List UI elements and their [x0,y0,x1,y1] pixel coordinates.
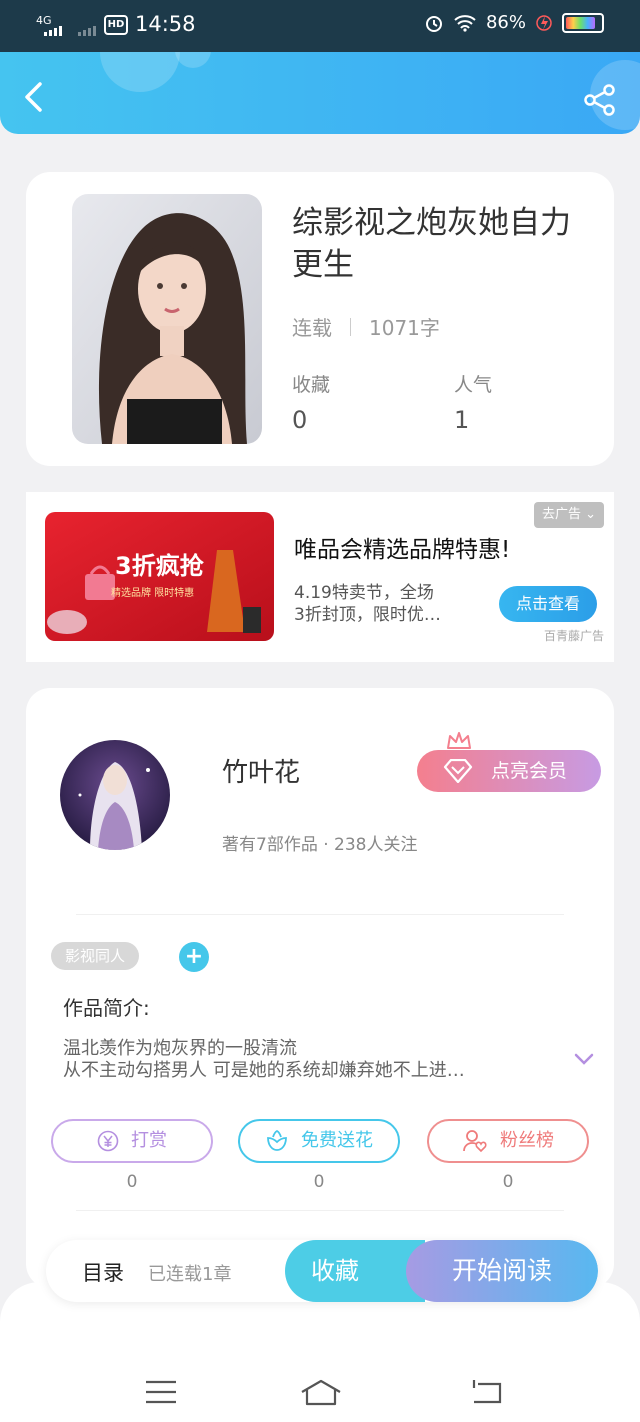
user-heart-icon [463,1130,487,1153]
ad-image[interactable]: 3折疯抢 精选品牌 限时特惠 [45,512,274,641]
intro-line-1: 温北羡作为炮灰界的一股清流 [63,1038,297,1059]
status-bar: 4G HD 14:58 86% [0,0,640,52]
author-avatar[interactable] [60,740,170,850]
remove-ad-label: 去广告 [541,507,581,522]
chevron-down-icon: ⌄ [585,507,596,522]
ad-banner[interactable]: 3折疯抢 精选品牌 限时特惠 唯品会精选品牌特惠! 4.19特卖节，全场 3折封… [26,492,614,662]
ad-title: 唯品会精选品牌特惠! [294,537,511,563]
clock: 14:58 [135,12,196,36]
wifi-icon [454,14,476,32]
fan-ranking-label: 粉丝榜 [500,1130,554,1151]
hd-icon: HD [104,15,128,35]
ad-image-headline: 3折疯抢 [115,552,205,580]
system-nav-bar [0,1282,640,1422]
yen-icon [97,1130,119,1152]
alarm-icon [425,15,442,32]
genre-tag[interactable]: 影视同人 [51,942,140,970]
start-reading-button[interactable]: 开始阅读 [406,1240,598,1302]
popularity-value: 1 [454,406,470,434]
ad-description: 4.19特卖节，全场 3折封顶，限时优… [294,582,480,626]
vip-label: 点亮会员 [491,760,568,782]
flower-count: 0 [313,1172,325,1192]
send-flower-button[interactable]: 免费送花 [238,1119,400,1163]
crown-icon [447,732,471,749]
vip-button[interactable]: 点亮会员 [417,732,601,792]
signal-icon-2 [78,26,96,36]
catalog-button[interactable]: 目录 [82,1257,124,1287]
signal-icon [44,26,62,36]
word-count: 1071字 [369,316,440,340]
header [0,52,640,134]
remove-ad-button[interactable]: 去广告 ⌄ [533,502,604,528]
book-status-row: 连载 1071字 [292,312,440,341]
ad-source: 百青藤广告 [543,629,604,643]
chevron-down-icon[interactable] [574,1052,594,1066]
reward-button[interactable]: 打赏 [51,1119,213,1163]
ad-desc-line-2: 3折封顶，限时优… [294,605,441,625]
book-info-card: 综影视之炮灰她自力更生 连载 1071字 收藏 0 人气 1 [26,172,614,466]
intro-line-2: 从不主动勾搭男人 可是她的系统却嫌弃她不上进… [63,1060,465,1081]
favorites-value: 0 [292,406,308,434]
charging-icon [536,14,552,31]
battery-percent: 86% [485,12,526,33]
author-name: 竹叶花 [222,758,301,788]
book-title: 综影视之炮灰她自力更生 [292,205,571,283]
serial-status: 连载 [292,316,332,340]
battery-icon [562,12,604,33]
ad-image-sub: 精选品牌 限时特惠 [111,586,194,599]
ad-desc-line-1: 4.19特卖节，全场 [294,583,434,603]
back-icon[interactable] [18,80,52,114]
favorites-label: 收藏 [292,374,331,396]
share-icon[interactable] [582,82,618,118]
reward-count: 0 [126,1172,138,1192]
favorite-button[interactable]: 收藏 [285,1240,425,1302]
diamond-icon [443,759,473,783]
popularity-label: 人气 [454,374,493,396]
fan-count: 0 [502,1172,514,1192]
home-icon[interactable] [300,1378,342,1406]
book-cover[interactable] [72,194,262,444]
menu-icon[interactable] [144,1378,178,1406]
return-icon[interactable] [470,1378,504,1406]
flower-icon [267,1129,287,1151]
fan-ranking-button[interactable]: 粉丝榜 [427,1119,589,1163]
chapter-progress: 已连载1章 [148,1264,232,1285]
bottom-action-bar: 目录 已连载1章 收藏 开始阅读 [46,1240,598,1302]
ad-view-button[interactable]: 点击查看 [499,586,597,622]
intro-title: 作品简介: [63,996,150,1020]
add-tag-button[interactable]: + [179,942,209,972]
author-card: 竹叶花 著有7部作品 · 238人关注 点亮会员 影视同人 + 作品简介: 温北… [26,688,614,1288]
intro-text: 温北羡作为炮灰界的一股清流 从不主动勾搭男人 可是她的系统却嫌弃她不上进… [63,1038,543,1082]
reward-label: 打赏 [131,1130,167,1151]
send-flower-label: 免费送花 [301,1130,373,1151]
author-meta: 著有7部作品 · 238人关注 [222,835,418,855]
